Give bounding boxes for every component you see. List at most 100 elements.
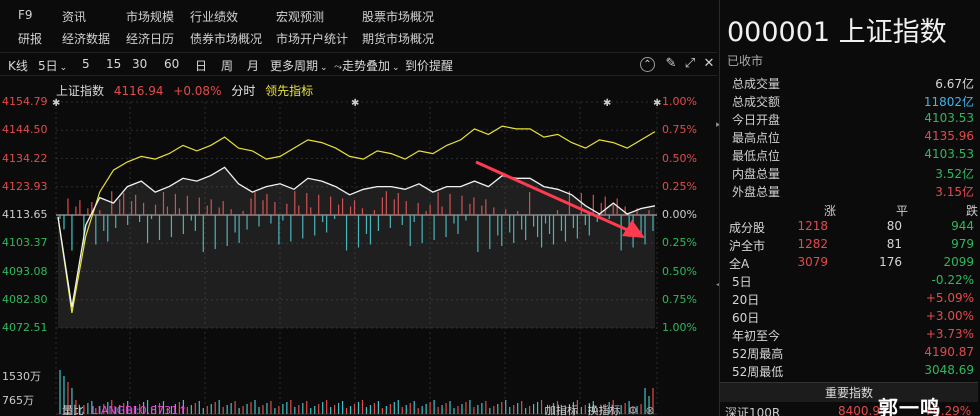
breadth-label: 沪全市 [729,239,766,253]
performance-row-1: 20日 +5.09% [720,291,978,309]
more-period-dropdown[interactable]: 更多周期 ⌄ [270,57,328,74]
expand-icon[interactable]: ⤢ [681,55,699,73]
stat-value: 4135.96 [924,129,974,143]
stat-row-3: 最高点位 4135.96 [720,129,978,147]
performance-label: 52周最低 [732,365,784,379]
performance-value: +5.09% [925,291,974,305]
stat-row-2: 今日开盘 4103.53 [720,111,978,129]
index-code: 000001 [727,17,831,48]
menu-item-row2-5[interactable]: 期货市场概况 [362,30,434,47]
stat-value: 3.52亿 [935,167,974,181]
indicator-actions: 加指标 换指标 ⚙ ⊗ [545,402,655,416]
menu-item-row2-1[interactable]: 经济数据 [62,30,110,47]
period-item-5[interactable]: 周 [221,57,233,74]
pen-icon[interactable]: ✎ [662,55,680,73]
menu-item-row1-3[interactable]: 行业绩效 [190,8,238,25]
stat-value: 3.15亿 [935,185,974,199]
menu-item-row2-2[interactable]: 经济日历 [126,30,174,47]
menu-item-row2-0[interactable]: 研报 [18,30,42,47]
period-item-0[interactable]: 5 [82,57,90,71]
stat-label: 总成交量 [732,77,781,91]
menu-item-row2-3[interactable]: 债券市场概况 [190,30,262,47]
breadth-row-0: 成分股 1218 80 944 [720,219,978,237]
market-status: 已收市 [727,54,764,68]
breadth-label: 全A [729,257,750,271]
intraday-chart[interactable]: ✱ ✱ ✱ ✱ [0,96,717,416]
breadth-up: 1218 [797,219,828,233]
watermark-text: 郭一鸣 [878,396,941,416]
performance-value: +3.73% [925,327,974,341]
stat-value: 11802亿 [923,95,974,109]
switch-indicator-button[interactable]: 换指标 [588,404,621,416]
breadth-up-header: 涨 [824,204,837,218]
breadth-down: 2099 [943,255,974,269]
period-dropdown-label: 5日 [38,59,58,73]
trend-icon: ⤳ [334,62,342,73]
stat-row-5: 内盘总量 3.52亿 [720,165,978,183]
quote-panel: 000001 上证指数 已收市 总成交量 6.67亿 总成交额 11802亿 今日开盘 4… [719,0,980,416]
breadth-down-header: 跌 [966,204,979,218]
liangbi-value: LIANGBI:0.8731 [91,404,179,416]
stat-label: 最低点位 [732,149,781,163]
breadth-down: 944 [951,219,974,233]
performance-label: 5日 [732,275,752,289]
trend-overlay-dropdown[interactable]: ⤳走势叠加 ⌄ [334,57,400,74]
period-item-3[interactable]: 60 [164,57,179,71]
gear-icon[interactable]: ⚙ [628,404,638,416]
performance-label: 年初至今 [732,329,781,343]
performance-label: 60日 [732,311,760,325]
breadth-down: 979 [951,237,974,251]
stat-value: 4103.53 [924,147,974,161]
volume-ratio-label[interactable]: 量比 [62,404,84,416]
period-item-2[interactable]: 30 [132,57,147,71]
stat-label: 总成交额 [732,95,781,109]
stat-label: 今日开盘 [732,113,781,127]
performance-label: 52周最高 [732,347,784,361]
breadth-up: 1282 [797,237,828,251]
performance-row-0: 5日 -0.22% [720,273,978,291]
performance-row-5: 52周最低 3048.69 [720,363,978,381]
menu-item-row1-5[interactable]: 股票市场概况 [362,8,434,25]
chevron-down-icon: ⌄ [320,63,328,73]
day-marker-1: ✱ [351,98,359,109]
add-indicator-button[interactable]: 加指标 [545,404,578,416]
menu-item-row1-1[interactable]: 资讯 [62,8,86,25]
performance-row-2: 60日 +3.00% [720,309,978,327]
quote-title: 000001 上证指数 [727,10,947,49]
stat-row-4: 最低点位 4103.53 [720,147,978,165]
breadth-flat: 81 [886,237,902,251]
chart-panel: F9 资讯 市场规模 行业绩效 宏观预测 股票市场概况研报 经济数据 经济日历 债券市场概况 市场… [0,0,717,416]
performance-label: 20日 [732,293,760,307]
menu-item-row1-2[interactable]: 市场规模 [126,8,174,25]
top-menu: F9 资讯 市场规模 行业绩效 宏观预测 股票市场概况研报 经济数据 经济日历 债券市场概况 市场… [0,4,717,48]
menu-item-row1-0[interactable]: F9 [18,8,33,22]
performance-value: -0.22% [931,273,974,287]
chevron-down-icon: ⌄ [392,63,400,73]
price-alert-button[interactable]: 到价提醒 [405,57,453,74]
breadth-flat: 80 [886,219,902,233]
menu-item-row2-4[interactable]: 市场开户统计 [276,30,348,47]
stat-row-0: 总成交量 6.67亿 [720,75,978,93]
collapse-icon[interactable]: ⌃ [640,57,655,72]
breadth-flat: 176 [879,255,902,269]
close-icon[interactable]: ✕ [700,55,718,73]
breadth-up: 3079 [797,255,828,269]
period-item-6[interactable]: 月 [247,57,259,74]
chart-toolbar: K线 5日 ⌄ 更多周期 ⌄ ⤳走势叠加 ⌄ 到价提醒 ⌃ ✎ ⤢ ✕ 5 15 30 60… [0,52,717,76]
performance-value: 3048.69 [924,363,974,377]
menu-item-row1-4[interactable]: 宏观预测 [276,8,324,25]
chevron-down-icon: ⌄ [59,63,68,73]
kline-button[interactable]: K线 [8,57,28,74]
bottom-index-name: 深证100R [725,406,781,416]
stat-value: 6.67亿 [935,77,974,91]
stat-row-6: 外盘总量 3.15亿 [720,183,978,201]
period-item-1[interactable]: 15 [106,57,121,71]
period-dropdown[interactable]: 5日 ⌄ [38,57,67,74]
up-arrow-icon: ↑ [178,404,188,416]
day-marker-0: ✱ [52,98,60,109]
breadth-flat-header: 平 [896,204,909,218]
close-circle-icon[interactable]: ⊗ [645,404,654,416]
performance-row-4: 52周最高 4190.87 [720,345,978,363]
day-marker-2: ✱ [603,98,611,109]
period-item-4[interactable]: 日 [195,57,207,74]
